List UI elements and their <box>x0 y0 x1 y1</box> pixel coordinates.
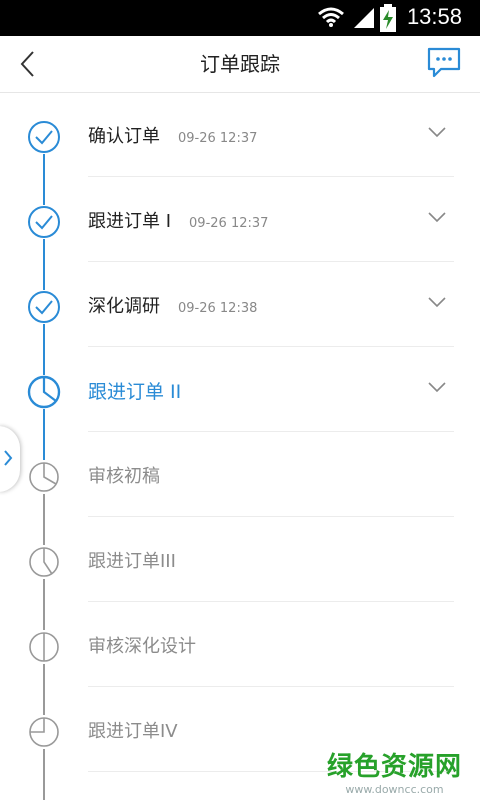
step-label: 跟进订单 I 09-26 12:37 <box>88 207 268 233</box>
step-title: 审核深化设计 <box>88 636 196 657</box>
timeline-step-current[interactable]: 跟进订单 II <box>0 347 480 432</box>
status-time: 13:58 <box>406 4 462 29</box>
check-circle-icon <box>28 291 60 323</box>
pie-progress-icon <box>29 547 59 577</box>
top-nav-bar: 订单跟踪 <box>0 36 480 93</box>
signal-icon <box>354 8 374 28</box>
step-label: 深化调研 09-26 12:38 <box>88 292 257 318</box>
timeline-step[interactable]: 审核深化设计 <box>0 602 480 687</box>
check-circle-icon <box>28 121 60 153</box>
pie-progress-icon <box>29 717 59 747</box>
step-title: 审核初稿 <box>88 466 160 487</box>
pie-progress-icon <box>29 462 59 492</box>
chevron-down-icon[interactable] <box>428 381 446 393</box>
timeline-step[interactable]: 跟进订单III <box>0 517 480 602</box>
chevron-right-icon <box>4 450 13 466</box>
step-time: 09-26 12:37 <box>178 131 258 146</box>
chevron-down-icon[interactable] <box>428 126 446 138</box>
wifi-icon <box>318 7 344 27</box>
watermark-title: 绿色资源网 <box>326 752 462 782</box>
page-title: 订单跟踪 <box>200 52 280 76</box>
timeline-step[interactable]: 跟进订单 I 09-26 12:37 <box>0 177 480 262</box>
step-label: 跟进订单 II <box>88 377 181 404</box>
step-time: 09-26 12:38 <box>178 301 258 316</box>
step-label: 确认订单 09-26 12:37 <box>88 122 257 148</box>
step-title: 跟进订单III <box>88 551 176 572</box>
watermark-url: www.downcc.com <box>345 783 444 796</box>
battery-icon <box>380 4 396 32</box>
step-title: 确认订单 <box>88 126 160 147</box>
step-title: 跟进订单 II <box>88 381 182 403</box>
step-label: 审核初稿 <box>88 462 160 488</box>
timeline-step[interactable]: 深化调研 09-26 12:38 <box>0 262 480 347</box>
step-label: 跟进订单IV <box>88 717 178 743</box>
step-title: 跟进订单IV <box>88 721 178 742</box>
check-circle-icon <box>28 206 60 238</box>
timeline-step[interactable]: 确认订单 09-26 12:37 <box>0 92 480 177</box>
pie-progress-icon <box>29 632 59 662</box>
chevron-down-icon[interactable] <box>428 296 446 308</box>
step-title: 跟进订单 I <box>88 211 172 232</box>
step-title: 深化调研 <box>88 296 160 317</box>
step-label: 跟进订单III <box>88 547 176 573</box>
watermark: 绿色资源网 www.downcc.com <box>327 746 462 796</box>
clock-progress-icon <box>27 375 61 409</box>
order-timeline: 确认订单 09-26 12:37 跟进订单 I 09-26 12:37 深化调研 09… <box>0 92 480 800</box>
timeline-step[interactable]: 审核初稿 <box>0 432 480 517</box>
step-time: 09-26 12:37 <box>189 216 269 231</box>
step-label: 审核深化设计 <box>88 632 196 658</box>
status-bar: 13:58 <box>0 0 480 36</box>
chat-bubble-icon[interactable] <box>426 46 462 80</box>
chevron-down-icon[interactable] <box>428 211 446 223</box>
